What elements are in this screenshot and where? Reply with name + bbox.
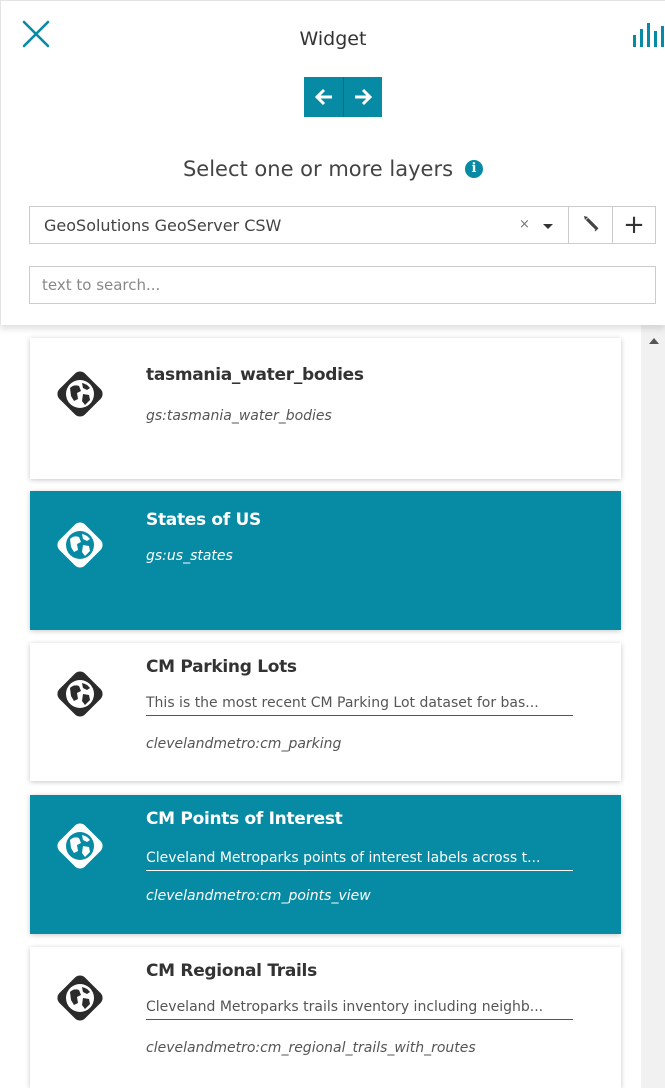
layer-card[interactable]: CM Regional Trails Cleveland Metroparks … [30, 947, 621, 1088]
arrow-right-icon [355, 88, 373, 106]
globe-layer-icon [57, 371, 103, 417]
clear-selection-icon[interactable]: × [519, 217, 530, 232]
layer-name: gs:tasmania_water_bodies [146, 408, 332, 424]
back-button[interactable] [304, 77, 343, 117]
globe-layer-icon [57, 975, 103, 1021]
globe-layer-icon [57, 671, 103, 717]
catalog-select[interactable]: GeoSolutions GeoServer CSW × [29, 206, 569, 244]
layer-card-selected[interactable]: States of US gs:us_states [30, 491, 621, 630]
layer-name: clevelandmetro:cm_parking [146, 736, 342, 752]
search-input[interactable] [29, 266, 656, 304]
globe-layer-icon [57, 823, 103, 869]
layer-card[interactable]: CM Parking Lots This is the most recent … [30, 643, 621, 781]
layer-title: States of US [146, 510, 261, 530]
forward-button[interactable] [343, 77, 382, 117]
scrollbar[interactable] [641, 325, 665, 1088]
page-title: Widget [299, 28, 367, 50]
layer-description[interactable]: Cleveland Metroparks trails inventory in… [146, 999, 573, 1020]
layer-card[interactable]: tasmania_water_bodies gs:tasmania_water_… [30, 338, 621, 479]
add-catalog-button[interactable]: + [613, 206, 656, 244]
layer-title: tasmania_water_bodies [146, 365, 364, 385]
globe-layer-icon [57, 522, 103, 568]
catalog-select-value: GeoSolutions GeoServer CSW [44, 216, 282, 235]
bar-chart-icon[interactable] [631, 21, 665, 51]
layer-title: CM Points of Interest [146, 809, 343, 829]
layer-description[interactable]: This is the most recent CM Parking Lot d… [146, 695, 573, 716]
layer-results-list: tasmania_water_bodies gs:tasmania_water_… [0, 325, 665, 1088]
arrow-left-icon [314, 88, 332, 106]
layer-name: clevelandmetro:cm_points_view [146, 888, 371, 904]
scroll-up-arrow-icon[interactable] [649, 338, 659, 344]
widget-header: Widget Select one or more layersi GeoSo [0, 0, 665, 325]
layer-title: CM Parking Lots [146, 657, 297, 677]
select-layers-heading: Select one or more layers i [1, 156, 665, 181]
layer-name: gs:us_states [146, 548, 233, 564]
layer-description[interactable]: Cleveland Metroparks points of interest … [146, 850, 573, 871]
chevron-down-icon[interactable] [543, 224, 553, 229]
select-layers-label: Select one or more layers [182, 157, 454, 181]
layer-name: clevelandmetro:cm_regional_trails_with_r… [146, 1040, 476, 1056]
edit-catalog-button[interactable] [569, 206, 613, 244]
info-icon[interactable]: i [465, 160, 484, 178]
layer-card-selected[interactable]: CM Points of Interest Cleveland Metropar… [30, 795, 621, 934]
layer-title: CM Regional Trails [146, 961, 317, 981]
pencil-icon [583, 216, 598, 232]
wizard-navigation [304, 77, 382, 117]
